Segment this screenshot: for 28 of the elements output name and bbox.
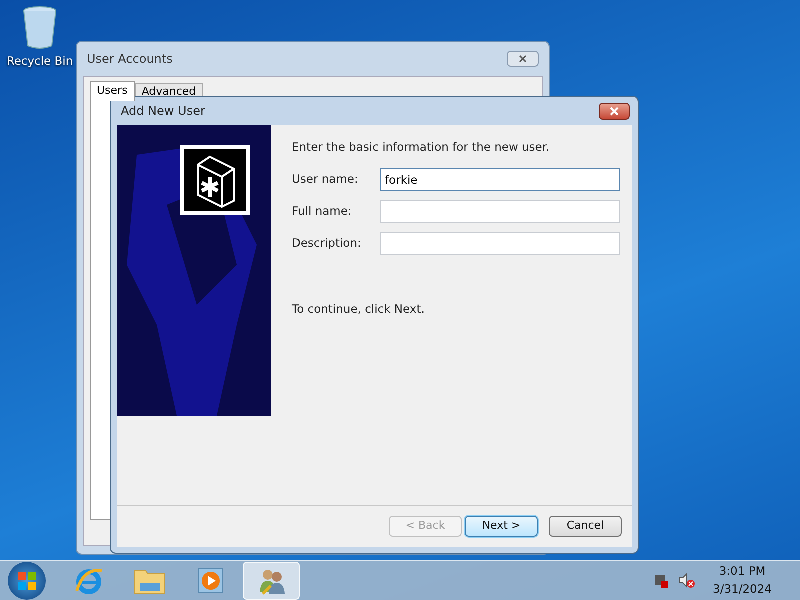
- windows-logo-icon: [17, 570, 37, 590]
- clock-time: 3:01 PM: [719, 563, 766, 580]
- network-error-icon: [653, 572, 670, 588]
- media-player-icon: [196, 566, 224, 594]
- desktop-icon[interactable]: Recycle Bin: [6, 6, 74, 70]
- field-label: User name:: [292, 171, 360, 188]
- instruction-text: Enter the basic information for the new user.: [292, 139, 551, 156]
- dialog-button[interactable]: Cancel: [549, 516, 622, 537]
- field-label: Description:: [292, 235, 362, 252]
- dialog-button[interactable]: Next >: [465, 516, 538, 537]
- wizard-icon: [180, 145, 250, 215]
- close-icon: [519, 55, 527, 63]
- input-field[interactable]: [380, 200, 620, 224]
- clock-date: 3/31/2024: [713, 580, 772, 598]
- recycle-bin-icon: [22, 6, 58, 50]
- start-button[interactable]: [8, 562, 46, 600]
- field-label: Full name:: [292, 203, 353, 220]
- input-field[interactable]: [380, 232, 620, 256]
- input-field[interactable]: forkie: [380, 168, 620, 192]
- tab[interactable]: Users: [90, 81, 135, 101]
- dialog-title: Add New User: [121, 103, 206, 120]
- close-button[interactable]: [599, 102, 630, 120]
- window-title: User Accounts: [87, 51, 173, 68]
- close-icon: [610, 106, 619, 116]
- volume-muted-icon: [679, 572, 696, 588]
- taskbar-button[interactable]: [243, 562, 300, 600]
- close-button[interactable]: [507, 51, 539, 67]
- hint-text: To continue, click Next.: [292, 301, 426, 318]
